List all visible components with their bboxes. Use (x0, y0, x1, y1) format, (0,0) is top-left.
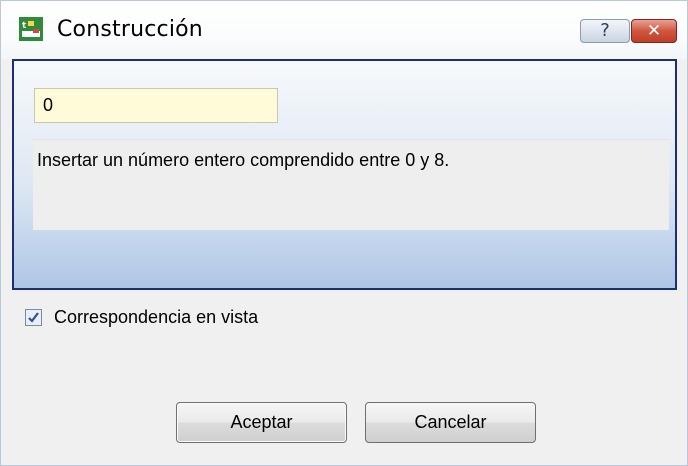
close-icon: ✕ (646, 21, 662, 41)
view-correspondence-label: Correspondencia en vista (54, 306, 259, 327)
cancel-button[interactable]: Cancelar (365, 402, 536, 443)
accept-button[interactable]: Aceptar (176, 402, 347, 443)
view-correspondence-checkbox[interactable] (25, 308, 42, 326)
svg-text:t: t (22, 21, 27, 31)
app-icon: t (19, 17, 43, 41)
title-bar: t Construcción ? ✕ (1, 1, 687, 59)
view-correspondence-option[interactable]: Correspondencia en vista (25, 305, 258, 329)
close-button[interactable]: ✕ (631, 19, 677, 43)
checkmark-icon (28, 311, 39, 323)
help-button[interactable]: ? (580, 19, 630, 43)
value-input[interactable]: 0 (34, 88, 278, 123)
input-panel: 0 Insertar un número entero comprendido … (12, 59, 677, 290)
hint-text: Insertar un número entero comprendido en… (33, 139, 669, 230)
help-icon: ? (600, 20, 610, 41)
dialog-window: t Construcción ? ✕ 0 Insertar un número … (0, 0, 688, 466)
window-title: Construcción (57, 17, 203, 42)
